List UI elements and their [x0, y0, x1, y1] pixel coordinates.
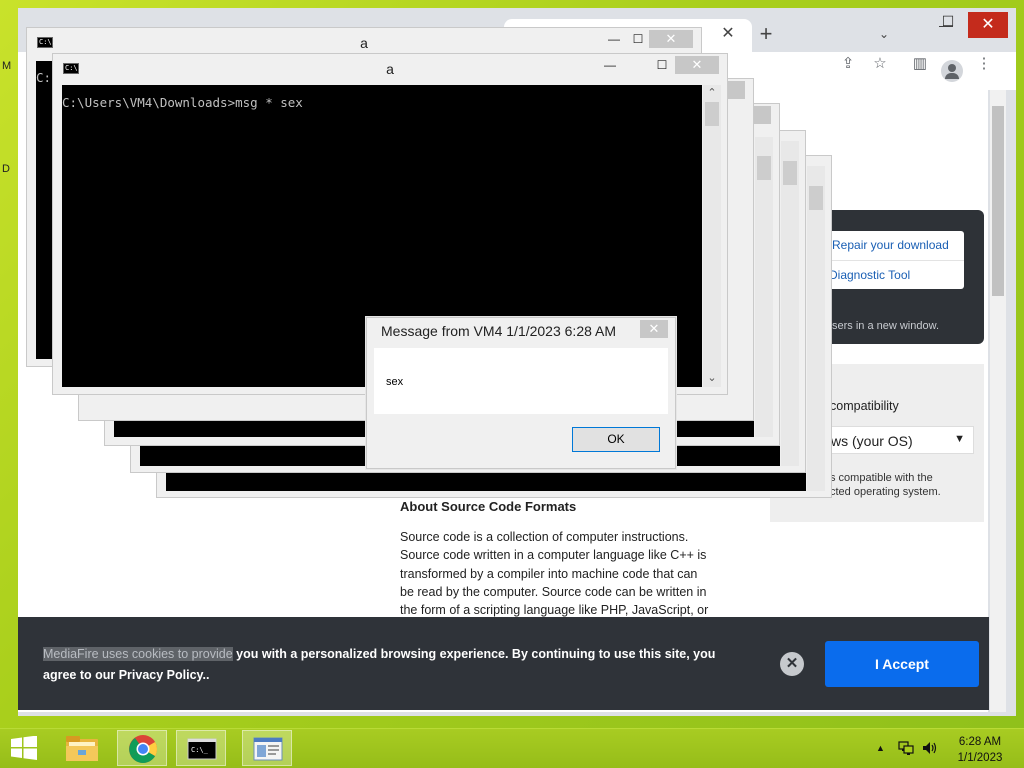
folder-icon [66, 736, 98, 761]
cookie-close-button[interactable]: ✕ [780, 652, 804, 676]
message-dialog-title: Message from VM4 1/1/2023 6:28 AM [381, 323, 617, 339]
accept-cookies-button[interactable]: I Accept [825, 641, 979, 687]
page-scroll-thumb[interactable] [992, 106, 1004, 296]
clock-date: 1/1/2023 [957, 752, 1003, 764]
taskbar-command-prompt[interactable]: C:\_ [176, 730, 226, 766]
profile-icon[interactable] [941, 60, 963, 82]
compat-note-line-2: cted operating system. [830, 486, 941, 498]
message-body [374, 348, 668, 414]
about-line: be read by the computer. Source code can… [400, 584, 707, 599]
console-scroll-thumb[interactable] [705, 102, 719, 126]
diagnostic-tool-link[interactable]: Diagnostic Tool [829, 268, 910, 282]
volume-icon[interactable] [921, 740, 939, 756]
terminal-icon: C:\_ [187, 738, 217, 760]
chrome-icon [129, 735, 157, 763]
close-button[interactable]: ✕ [649, 30, 693, 48]
about-line: transformed by a compiler into machine c… [400, 566, 698, 581]
desktop-icon-label: D [2, 163, 10, 175]
new-tab-button[interactable]: + [754, 22, 778, 46]
chevron-down-icon: ▼ [954, 433, 965, 445]
desktop-icon-label: M [2, 60, 12, 72]
message-text: sex [386, 376, 404, 388]
maximize-icon[interactable]: ☐ [930, 8, 966, 34]
about-line: Source code is a collection of computer … [400, 530, 689, 544]
taskbar-chrome[interactable] [117, 730, 167, 766]
cookie-text: MediaFire uses cookies to provide you wi… [43, 644, 743, 686]
tab-close-icon[interactable]: ✕ [718, 24, 738, 44]
maximize-button[interactable]: ☐ [647, 56, 677, 74]
taskbar-file-explorer[interactable] [57, 730, 107, 766]
network-icon[interactable] [898, 740, 914, 756]
cookie-text-highlight: MediaFire uses cookies to provide [43, 647, 233, 661]
message-window-icon [253, 737, 283, 761]
svg-text:C:\_: C:\_ [191, 746, 209, 754]
side-panel-icon[interactable]: ▥ [908, 52, 932, 76]
cmd-window-title: a [386, 61, 394, 77]
taskbar-clock[interactable]: 6:28 AM 1/1/2023 [948, 734, 1012, 766]
taskbar-msg-window[interactable] [242, 730, 292, 766]
share-icon[interactable]: ⇪ [836, 52, 860, 76]
os-select[interactable]: ws (your OS) ▼ [822, 426, 974, 454]
minimize-button[interactable]: — [595, 56, 625, 74]
close-icon[interactable]: ✕ [640, 320, 668, 338]
about-paragraph: Source code is a collection of computer … [400, 528, 726, 619]
start-button[interactable] [10, 735, 38, 760]
ok-button[interactable]: OK [572, 427, 660, 452]
star-icon[interactable]: ☆ [868, 52, 892, 76]
clock-time: 6:28 AM [958, 736, 1002, 748]
compat-label: compatibility [830, 399, 899, 413]
chrome-close-button[interactable]: ✕ [968, 12, 1008, 38]
console-prompt: C: [36, 70, 52, 85]
menu-icon[interactable]: ⋮ [972, 52, 996, 76]
about-line: Source code written in a computer langua… [400, 548, 707, 563]
close-button[interactable]: ✕ [675, 56, 719, 74]
windows-logo-icon [11, 735, 37, 760]
console-scrollbar[interactable] [703, 85, 721, 387]
about-heading: About Source Code Formats [400, 499, 577, 514]
repair-download-link[interactable]: Repair your download [832, 238, 949, 252]
os-select-value: ws (your OS) [831, 433, 913, 449]
scroll-up-icon[interactable]: ⌃ [703, 85, 721, 101]
tab-search-button[interactable]: ⌄ [874, 24, 894, 44]
compat-note-line-1: s compatible with the [830, 472, 933, 484]
scroll-down-icon[interactable]: ⌄ [703, 370, 721, 386]
tray-overflow-icon[interactable]: ▲ [876, 743, 885, 753]
console-prompt-line: C:\Users\VM4\Downloads>msg * sex [62, 95, 303, 110]
panel-footer-text: sers in a new window. [832, 320, 939, 332]
